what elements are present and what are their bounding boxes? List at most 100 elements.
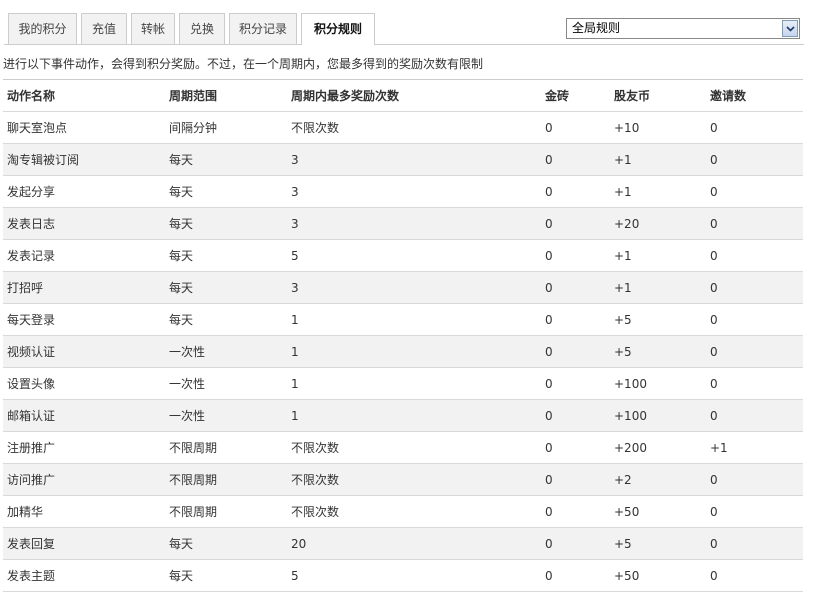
cell-coins: +10	[610, 111, 706, 144]
table-row: 视频认证 一次性 1 0 +5 0	[3, 335, 803, 368]
cell-gold-brick: 0	[541, 271, 610, 304]
cell-invites: 0	[706, 335, 803, 368]
cell-period: 每天	[165, 271, 287, 304]
tab-divider	[4, 44, 804, 45]
tab-transfer[interactable]: 转帐	[131, 13, 175, 44]
tab-points-rules[interactable]: 积分规则	[301, 13, 375, 45]
tab-points-log[interactable]: 积分记录	[229, 13, 297, 44]
cell-gold-brick: 0	[541, 399, 610, 432]
cell-coins: +1	[610, 175, 706, 208]
cell-period: 一次性	[165, 399, 287, 432]
cell-coins: +50	[610, 559, 706, 592]
cell-invites: 0	[706, 367, 803, 400]
cell-coins: +5	[610, 335, 706, 368]
tab-my-points[interactable]: 我的积分	[8, 13, 77, 44]
cell-invites: 0	[706, 463, 803, 496]
cell-gold-brick: 0	[541, 111, 610, 144]
cell-action-name: 访问推广	[3, 463, 165, 496]
cell-coins: +2	[610, 463, 706, 496]
cell-gold-brick: 0	[541, 431, 610, 464]
table-row: 加精华 不限周期 不限次数 0 +50 0	[3, 495, 803, 528]
cell-action-name: 聊天室泡点	[3, 111, 165, 144]
cell-coins: +50	[610, 495, 706, 528]
cell-max-rewards: 不限次数	[287, 463, 541, 496]
cell-gold-brick: 0	[541, 559, 610, 592]
cell-action-name: 发表记录	[3, 239, 165, 272]
table-row: 设置头像 一次性 1 0 +100 0	[3, 367, 803, 400]
cell-coins: +100	[610, 399, 706, 432]
rule-scope-select[interactable]: 全局规则	[566, 18, 800, 39]
cell-period: 每天	[165, 239, 287, 272]
cell-invites: 0	[706, 207, 803, 240]
table-row: 发表主题 每天 5 0 +50 0	[3, 559, 803, 592]
cell-action-name: 发表日志	[3, 207, 165, 240]
cell-period: 每天	[165, 143, 287, 176]
cell-coins: +5	[610, 527, 706, 560]
cell-invites: 0	[706, 303, 803, 336]
cell-gold-brick: 0	[541, 207, 610, 240]
cell-max-rewards: 3	[287, 143, 541, 176]
column-header-gold-brick: 金砖	[541, 79, 610, 112]
cell-coins: +20	[610, 207, 706, 240]
table-row: 淘专辑被订阅 每天 3 0 +1 0	[3, 143, 803, 176]
cell-gold-brick: 0	[541, 239, 610, 272]
cell-max-rewards: 1	[287, 303, 541, 336]
cell-invites: 0	[706, 271, 803, 304]
cell-invites: 0	[706, 559, 803, 592]
column-header-invites: 邀请数	[706, 79, 803, 112]
cell-action-name: 设置头像	[3, 367, 165, 400]
cell-coins: +100	[610, 367, 706, 400]
table-row: 访问推广 不限周期 不限次数 0 +2 0	[3, 463, 803, 496]
cell-gold-brick: 0	[541, 527, 610, 560]
chevron-down-icon[interactable]	[782, 20, 798, 37]
cell-max-rewards: 1	[287, 335, 541, 368]
cell-gold-brick: 0	[541, 143, 610, 176]
cell-max-rewards: 不限次数	[287, 111, 541, 144]
tab-exchange[interactable]: 兑换	[179, 13, 225, 44]
cell-gold-brick: 0	[541, 175, 610, 208]
cell-invites: 0	[706, 399, 803, 432]
cell-period: 一次性	[165, 335, 287, 368]
cell-coins: +1	[610, 143, 706, 176]
cell-gold-brick: 0	[541, 463, 610, 496]
cell-coins: +1	[610, 271, 706, 304]
cell-action-name: 注册推广	[3, 431, 165, 464]
cell-period: 一次性	[165, 367, 287, 400]
table-row: 每天登录 每天 1 0 +5 0	[3, 303, 803, 336]
cell-coins: +200	[610, 431, 706, 464]
cell-invites: 0	[706, 527, 803, 560]
points-rules-table: 动作名称 周期范围 周期内最多奖励次数 金砖 股友币 邀请数 聊天室泡点 间隔分钟…	[3, 79, 803, 592]
cell-action-name: 每天登录	[3, 303, 165, 336]
cell-period: 间隔分钟	[165, 111, 287, 144]
cell-invites: +1	[706, 431, 803, 464]
cell-max-rewards: 1	[287, 367, 541, 400]
cell-coins: +5	[610, 303, 706, 336]
cell-max-rewards: 20	[287, 527, 541, 560]
cell-period: 不限周期	[165, 463, 287, 496]
cell-period: 不限周期	[165, 431, 287, 464]
table-row: 聊天室泡点 间隔分钟 不限次数 0 +10 0	[3, 111, 803, 144]
cell-max-rewards: 5	[287, 559, 541, 592]
cell-period: 不限周期	[165, 495, 287, 528]
cell-max-rewards: 3	[287, 207, 541, 240]
cell-max-rewards: 3	[287, 271, 541, 304]
cell-period: 每天	[165, 207, 287, 240]
table-row: 发表日志 每天 3 0 +20 0	[3, 207, 803, 240]
cell-max-rewards: 1	[287, 399, 541, 432]
cell-gold-brick: 0	[541, 303, 610, 336]
cell-action-name: 淘专辑被订阅	[3, 143, 165, 176]
cell-action-name: 发表回复	[3, 527, 165, 560]
cell-gold-brick: 0	[541, 367, 610, 400]
rule-scope-selected-value: 全局规则	[572, 21, 621, 35]
table-row: 发表记录 每天 5 0 +1 0	[3, 239, 803, 272]
cell-period: 每天	[165, 559, 287, 592]
cell-invites: 0	[706, 175, 803, 208]
column-header-period: 周期范围	[165, 79, 287, 112]
cell-action-name: 发起分享	[3, 175, 165, 208]
cell-action-name: 发表主题	[3, 559, 165, 592]
column-header-max-rewards: 周期内最多奖励次数	[287, 79, 541, 112]
cell-invites: 0	[706, 239, 803, 272]
cell-action-name: 视频认证	[3, 335, 165, 368]
tab-recharge[interactable]: 充值	[81, 13, 127, 44]
cell-coins: +1	[610, 239, 706, 272]
